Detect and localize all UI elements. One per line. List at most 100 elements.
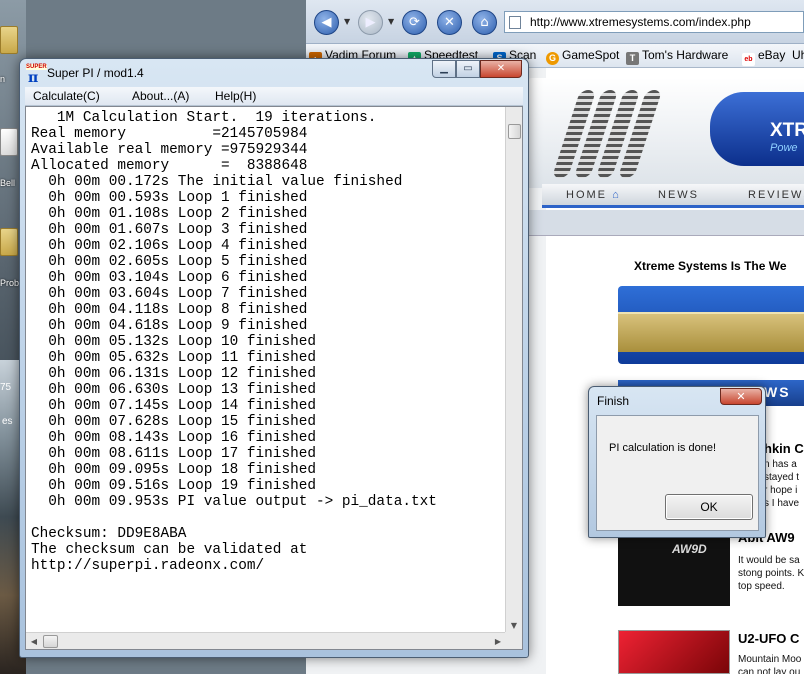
site-banner[interactable]: XTR Powe [710, 92, 804, 166]
article-line: stayed t [764, 472, 800, 483]
banner-subtext: Powe [770, 142, 798, 154]
log-line: 0h 00m 05.132s Loop 10 finished [31, 334, 316, 350]
home-button[interactable]: ⌂ [472, 10, 497, 35]
article-text: n has a stayed t r hope i s I have [764, 458, 799, 510]
log-line: 0h 00m 02.605s Loop 5 finished [31, 254, 308, 270]
log-line: 0h 00m 00.172s The initial value finishe… [31, 174, 403, 190]
article-line: It would be sa [738, 555, 800, 566]
maximize-button[interactable]: ▭ [456, 60, 480, 78]
forward-button[interactable]: ▶ [358, 10, 383, 35]
bookmark-gamespot[interactable]: G GameSpot [546, 48, 619, 65]
bookmark-label: eBay [758, 48, 786, 62]
close-icon: ✕ [496, 63, 506, 74]
bookmark-ebay[interactable]: eb eBay [742, 48, 785, 66]
back-button[interactable]: ◀ [314, 10, 339, 35]
forward-dropdown-icon[interactable]: ▼ [388, 17, 394, 26]
scroll-left-arrow-icon[interactable]: ◀ [26, 633, 42, 649]
site-nav-bar: HOME ⌂ NEWS REVIEWS [542, 184, 804, 208]
ebay-icon: eb [742, 53, 755, 66]
home-icon: ⌂ [612, 189, 621, 201]
log-line: 0h 00m 07.628s Loop 15 finished [31, 414, 316, 430]
document-icon [0, 128, 18, 156]
menu-help[interactable]: Help(H) [215, 89, 256, 103]
bookmark-label: Uh [792, 48, 804, 62]
desktop-text: es [2, 416, 13, 427]
article-text: Mountain Moo can not lay ou [738, 653, 801, 674]
site-sub-tabs [528, 210, 804, 236]
log-text-area: 1M Calculation Start. 19 iterations. Real… [31, 110, 507, 630]
motherboard-thumbnail[interactable]: AW9D [618, 534, 730, 606]
dialog-message: PI calculation is done! [609, 442, 717, 454]
horizontal-scroll-thumb[interactable] [43, 635, 58, 648]
gamespot-icon: G [546, 52, 559, 65]
log-line: 0h 00m 09.095s Loop 18 finished [31, 462, 316, 478]
article-title[interactable]: hkin C [764, 441, 804, 456]
desktop-icon-label: Bell [0, 178, 16, 188]
log-line: 1M Calculation Start. 19 iterations. [31, 110, 377, 126]
desktop-icon[interactable]: n [0, 26, 22, 84]
log-line: The checksum can be validated at [31, 542, 308, 558]
article-text: It would be sa stong points. K top speed… [738, 554, 804, 593]
close-button[interactable]: ✕ [480, 60, 522, 78]
case-thumbnail[interactable] [618, 630, 730, 674]
forward-arrow-icon: ▶ [365, 15, 376, 30]
folder-icon [0, 228, 18, 256]
refresh-button[interactable]: ⟳ [402, 10, 427, 35]
folder-icon [0, 26, 18, 54]
log-output-panel[interactable]: 1M Calculation Start. 19 iterations. Real… [25, 106, 523, 650]
site-nav-home[interactable]: HOME ⌂ [566, 189, 621, 201]
minimize-button[interactable]: ▁ [432, 60, 456, 78]
dialog-body: PI calculation is done! OK [596, 415, 759, 531]
site-nav-reviews[interactable]: REVIEWS [748, 189, 804, 201]
ocz-ad-banner[interactable] [618, 286, 804, 364]
scroll-right-arrow-icon[interactable]: ▶ [490, 633, 506, 649]
refresh-icon: ⟳ [409, 15, 420, 30]
bookmark-label: GameSpot [562, 48, 620, 62]
log-line: 0h 00m 04.118s Loop 8 finished [31, 302, 308, 318]
news-header-text: WS [764, 384, 791, 400]
toms-hardware-icon: T [626, 52, 639, 65]
close-icon: ✕ [736, 390, 746, 403]
bookmark-uh[interactable]: Uh [792, 48, 804, 62]
log-line: Checksum: DD9E8ABA [31, 526, 187, 542]
back-arrow-icon: ◀ [321, 15, 332, 30]
horizontal-scrollbar[interactable]: ◀ ▶ [26, 632, 507, 649]
stop-icon: ✕ [444, 15, 455, 30]
menu-bar: Calculate(C) About...(A) Help(H) [25, 87, 523, 106]
bookmark-label: Tom's Hardware [642, 48, 729, 62]
log-line: http://superpi.radeonx.com/ [31, 558, 265, 574]
log-line: 0h 00m 03.604s Loop 7 finished [31, 286, 308, 302]
log-line: Real memory =2145705984 [31, 126, 308, 142]
superpi-window[interactable]: SUPER π Super PI / mod1.4 ▁ ▭ ✕ Calculate… [19, 58, 529, 658]
desktop-icon-label: Prob [0, 278, 20, 288]
log-line: Available real memory =975929344 [31, 142, 308, 158]
vertical-scroll-thumb[interactable] [508, 124, 521, 139]
article-title[interactable]: U2-UFO C [738, 631, 799, 646]
log-line: 0h 00m 08.611s Loop 17 finished [31, 446, 316, 462]
log-line: 0h 00m 00.593s Loop 1 finished [31, 190, 308, 206]
log-line: Allocated memory = 8388648 [31, 158, 308, 174]
caption-buttons: ▁ ▭ ✕ [432, 60, 524, 78]
browser-nav-toolbar: ◀ ▼ ▶ ▼ ⟳ ✕ ⌂ http://www.xtremesystems.c… [306, 0, 804, 44]
home-icon: ⌂ [480, 15, 489, 30]
address-bar[interactable]: http://www.xtremesystems.com/index.php [504, 11, 804, 33]
vertical-scrollbar[interactable]: ▼ [505, 107, 522, 634]
article-line: r hope i [764, 485, 798, 496]
banner-text: XTR [770, 120, 804, 141]
dialog-title: Finish [597, 394, 630, 408]
site-logo-coils [551, 90, 666, 180]
article-line: stong points. K [738, 568, 804, 579]
finish-dialog[interactable]: Finish ✕ PI calculation is done! OK [588, 386, 766, 538]
back-dropdown-icon[interactable]: ▼ [344, 17, 350, 26]
minimize-icon: ▁ [440, 63, 448, 74]
stop-button[interactable]: ✕ [437, 10, 462, 35]
menu-about[interactable]: About...(A) [132, 89, 189, 103]
site-nav-news[interactable]: NEWS [658, 189, 699, 201]
menu-calculate[interactable]: Calculate(C) [33, 89, 100, 103]
superpi-app-icon: SUPER π [26, 64, 47, 86]
ok-button[interactable]: OK [665, 494, 753, 520]
dialog-close-button[interactable]: ✕ [720, 388, 762, 405]
article-line: n has a [764, 459, 797, 470]
bookmark-toms-hardware[interactable]: T Tom's Hardware [626, 48, 728, 65]
